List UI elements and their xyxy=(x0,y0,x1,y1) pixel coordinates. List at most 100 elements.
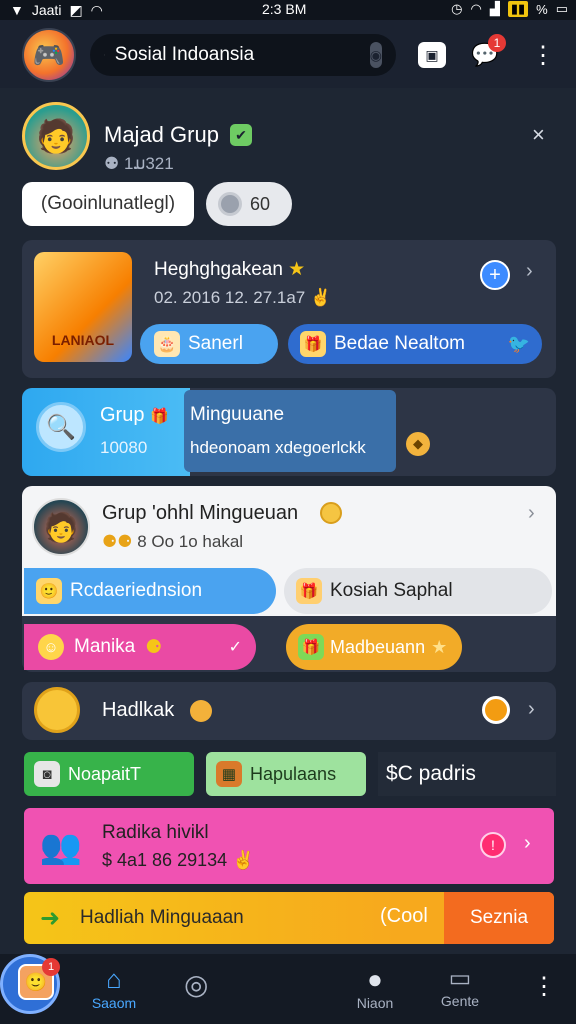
wifi-icon: ◠ xyxy=(90,1,103,18)
app-logo[interactable]: 🎮 xyxy=(22,28,76,82)
home-label: Saaom xyxy=(91,995,137,1011)
home-tab[interactable]: ⌂ Saaom xyxy=(88,964,140,1011)
hapulaans-button[interactable]: ▦ Hapulaans xyxy=(206,752,366,796)
group-header: 🧑 Majad Grup ✔ ⚉ 1ມ321 × xyxy=(22,102,556,174)
battery-icon: ▮▮ xyxy=(507,1,529,17)
chat-label: Niaon xyxy=(356,995,394,1011)
camera-icon: ◙ xyxy=(34,761,60,787)
more-icon[interactable]: ⋮ xyxy=(528,40,558,70)
coin-icon xyxy=(34,687,80,733)
chevron-right-icon[interactable]: › xyxy=(524,832,531,855)
star-icon: ★ xyxy=(431,636,448,657)
card-meta-text: 02. 2016 12. 27.1a7 xyxy=(154,288,306,307)
sim-icon: ◩ xyxy=(69,1,83,18)
noapait-button[interactable]: ◙ NoapaitT xyxy=(24,752,194,796)
bottom-nav: 🙂1 ⌂ Saaom ◎ ◔ ● Niaon ▭ Gente ⋮ xyxy=(0,954,576,1024)
status-bar: ▼ Jaati ◩ ◠ 2:3 BM ◷ ◠ ▟ ▮▮ % ▭ xyxy=(0,0,576,20)
hapulaans-label: Hapulaans xyxy=(250,763,337,784)
search-icon xyxy=(104,54,105,56)
group-card-overlay xyxy=(184,390,396,472)
radika-card[interactable]: 👥 Radika hivikl $ 4a1 86 29134 ✌ ! › xyxy=(24,808,554,884)
group-count: 10080 xyxy=(100,438,148,457)
lightbulb-icon: ◎ xyxy=(184,969,209,1000)
group-title: Minguuane xyxy=(190,404,285,425)
padris-label[interactable]: $C padris xyxy=(378,752,556,796)
chip-button[interactable]: ☺ Manika ⚈ ✓ xyxy=(24,624,256,670)
smile-icon: ☺ xyxy=(38,634,64,660)
member-count: 1ມ321 xyxy=(123,154,174,173)
chip-label: Rcdaeriednsion xyxy=(70,580,203,601)
radika-title: Radika hivikl xyxy=(102,822,209,843)
profile-badge: 1 xyxy=(42,958,60,976)
hadlkak-row[interactable]: Hadlkak › xyxy=(22,682,556,740)
coins-icon: ⚈⚈ xyxy=(102,532,138,551)
battery-percent: % xyxy=(536,1,548,17)
share-icon[interactable]: ▣ xyxy=(418,42,446,68)
info-icon[interactable]: ! xyxy=(480,832,506,858)
bedae-label: Bedae Nealtom xyxy=(334,333,465,354)
group-list-title: Grup 'ohhl Mingueuan xyxy=(102,502,299,524)
alarm-icon: ◷ xyxy=(451,1,463,16)
verified-icon: ✔ xyxy=(230,124,252,146)
group-members: ⚉ 1ມ321 xyxy=(104,154,174,174)
signal-icon: ▼ xyxy=(10,2,24,18)
featured-card[interactable]: LANIAOL Heghghgakean ★ 02. 2016 12. 27.1… xyxy=(22,240,556,378)
card-meta: 02. 2016 12. 27.1a7 ✌ xyxy=(154,288,331,308)
coin-count: 60 xyxy=(250,193,271,214)
voice-search-icon[interactable]: ◉ xyxy=(369,42,382,68)
chip-row: 🙂 Rcdaeriednsion 🎁 Kosiah Saphal xyxy=(22,564,556,616)
radika-meta: $ 4a1 86 29134 ✌ xyxy=(102,850,255,871)
sanerl-label: Sanerl xyxy=(188,333,243,354)
check-icon: ✓ xyxy=(228,639,242,656)
search-input[interactable] xyxy=(114,44,360,66)
group-card[interactable]: 🔍 Grup 🎁 10080 Minguuane hdeonoam xdegoe… xyxy=(22,388,556,476)
ideas-tab[interactable]: ◎ xyxy=(184,968,208,1001)
cool-label: (Cool xyxy=(380,905,428,927)
close-icon[interactable]: × xyxy=(532,122,545,148)
status-time: 2:3 BM xyxy=(262,1,307,17)
card-title-text: Heghghgakean xyxy=(154,259,283,280)
sanerl-button[interactable]: 🎂 Sanerl xyxy=(140,324,278,364)
chip-button[interactable]: 🎁 Madbeuann ★ xyxy=(286,624,462,670)
chat-badge: 1 xyxy=(488,34,506,52)
chat-icon[interactable]: 💬 1 xyxy=(470,34,506,70)
clock-icon[interactable] xyxy=(482,696,510,724)
more-icon[interactable]: ⋮ xyxy=(532,972,556,1001)
coin-icon xyxy=(320,502,342,524)
people-tab[interactable]: ▭ Gente xyxy=(430,964,490,1009)
members-icon: ⚉ xyxy=(104,154,124,173)
chevron-right-icon[interactable]: › xyxy=(528,698,535,721)
seznia-button[interactable]: Seznia xyxy=(444,892,554,944)
hadliah-title: Hadliah Minguaaan xyxy=(80,907,244,928)
chevron-right-icon[interactable]: › xyxy=(526,260,533,283)
chest-icon: ▦ xyxy=(216,761,242,787)
profile-tab[interactable]: 🙂 1 xyxy=(18,958,60,1000)
thumbs-icon: ✌ xyxy=(309,288,332,307)
hadliah-banner[interactable]: ➜ Hadliah Minguaaan (Cool Seznia xyxy=(24,892,554,944)
group-list-card[interactable]: 🧑 Grup 'ohhl Mingueuan ⚈⚈ 8 Oo 1o hakal … xyxy=(22,486,556,672)
shield-icon: ◆ xyxy=(406,432,430,456)
cake-icon: 🎂 xyxy=(154,331,180,357)
bedae-button[interactable]: 🎁 Bedae Nealtom 🐦 xyxy=(288,324,542,364)
action-row: ◙ NoapaitT ▦ Hapulaans $C padris xyxy=(22,750,556,800)
chip-label: Manika xyxy=(74,636,136,657)
search-face-icon: 🔍 xyxy=(36,402,86,452)
feed: 🧑 Majad Grup ✔ ⚉ 1ມ321 × (Gooinlunatlegl… xyxy=(0,88,576,954)
gift-icon: 🎁 xyxy=(150,408,169,425)
coin-count-pill[interactable]: 60 xyxy=(206,182,292,226)
chip-button[interactable]: 🎁 Kosiah Saphal xyxy=(284,568,552,614)
chevron-right-icon[interactable]: › xyxy=(528,502,535,525)
category-pill[interactable]: (Gooinlunatlegl) xyxy=(22,182,194,226)
group-avatar[interactable]: 🧑 xyxy=(22,102,90,170)
add-button[interactable]: + xyxy=(480,260,510,290)
coin-icon xyxy=(218,192,242,216)
card-title: Heghghgakean ★ xyxy=(154,258,305,281)
noapait-label: NoapaitT xyxy=(68,763,142,784)
group-list-meta: ⚈⚈ 8 Oo 1o hakal xyxy=(102,532,243,552)
chip-label: Kosiah Saphal xyxy=(330,580,453,601)
radika-meta-text: $ 4a1 86 29134 xyxy=(102,850,228,870)
group-label: Grup 🎁 xyxy=(100,404,169,427)
search-bar[interactable]: ◉ xyxy=(90,34,396,76)
chip-button[interactable]: 🙂 Rcdaeriednsion xyxy=(24,568,276,614)
chat-tab[interactable]: ● Niaon xyxy=(350,964,400,1011)
